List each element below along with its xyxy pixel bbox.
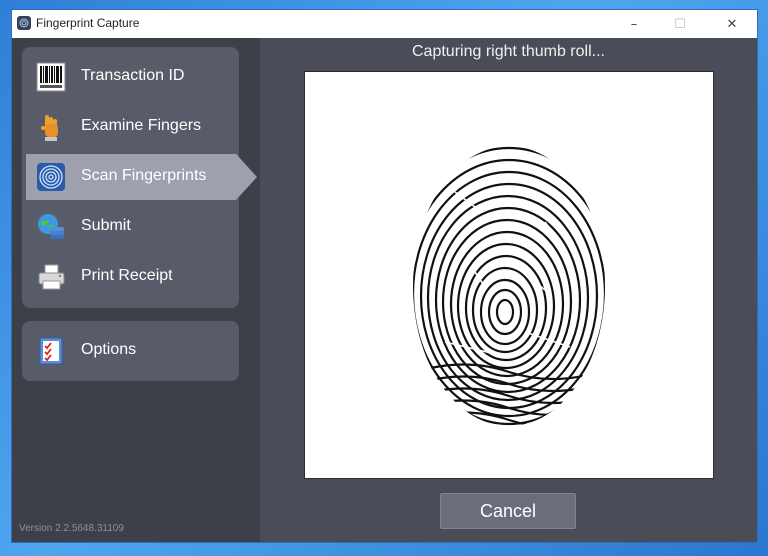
fingerprint-scan-image xyxy=(305,72,713,478)
sidebar-item-submit[interactable]: Submit xyxy=(22,204,239,250)
app-fingerprint-icon xyxy=(17,16,31,30)
hand-icon xyxy=(36,112,66,142)
sidebar: Transaction ID Examine Fingers Scan Fing… xyxy=(12,38,260,542)
fingerprint-icon xyxy=(36,162,66,192)
sidebar-item-label: Transaction ID xyxy=(81,67,185,84)
sidebar-item-scan-fingerprints[interactable]: Scan Fingerprints xyxy=(22,154,257,200)
sidebar-item-options[interactable]: Options xyxy=(22,328,239,374)
workflow-nav-panel: Transaction ID Examine Fingers Scan Fing… xyxy=(22,47,257,308)
sidebar-item-label: Submit xyxy=(81,217,131,234)
version-text: Version 2.2.5648.31109 xyxy=(19,523,124,534)
printer-icon xyxy=(36,262,66,292)
sidebar-item-label: Options xyxy=(81,341,137,358)
sidebar-item-label: Print Receipt xyxy=(81,267,173,284)
window-title: Fingerprint Capture xyxy=(36,16,140,30)
cancel-button[interactable]: Cancel xyxy=(440,493,576,529)
maximize-button[interactable]: ☐ xyxy=(657,10,703,38)
fingerprint-image-frame xyxy=(304,71,714,479)
options-panel: Options xyxy=(22,321,239,381)
close-button[interactable]: ✕ xyxy=(709,10,755,38)
minimize-button[interactable]: – xyxy=(611,10,657,38)
fingerprint-capture-window: Fingerprint Capture – ☐ ✕ Transaction ID xyxy=(12,10,757,542)
barcode-icon xyxy=(36,62,66,92)
selection-arrow xyxy=(236,154,257,200)
sidebar-item-label: Scan Fingerprints xyxy=(81,167,207,184)
title-bar[interactable]: Fingerprint Capture – ☐ ✕ xyxy=(12,10,757,38)
sidebar-item-transaction-id[interactable]: Transaction ID xyxy=(22,54,239,100)
sidebar-item-label: Examine Fingers xyxy=(81,117,202,134)
capture-status-caption: Capturing right thumb roll... xyxy=(412,43,605,60)
sidebar-item-examine-fingers[interactable]: Examine Fingers xyxy=(22,104,239,150)
globe-submit-icon xyxy=(36,212,66,242)
checklist-icon xyxy=(36,336,66,366)
sidebar-item-print-receipt[interactable]: Print Receipt xyxy=(22,254,239,300)
